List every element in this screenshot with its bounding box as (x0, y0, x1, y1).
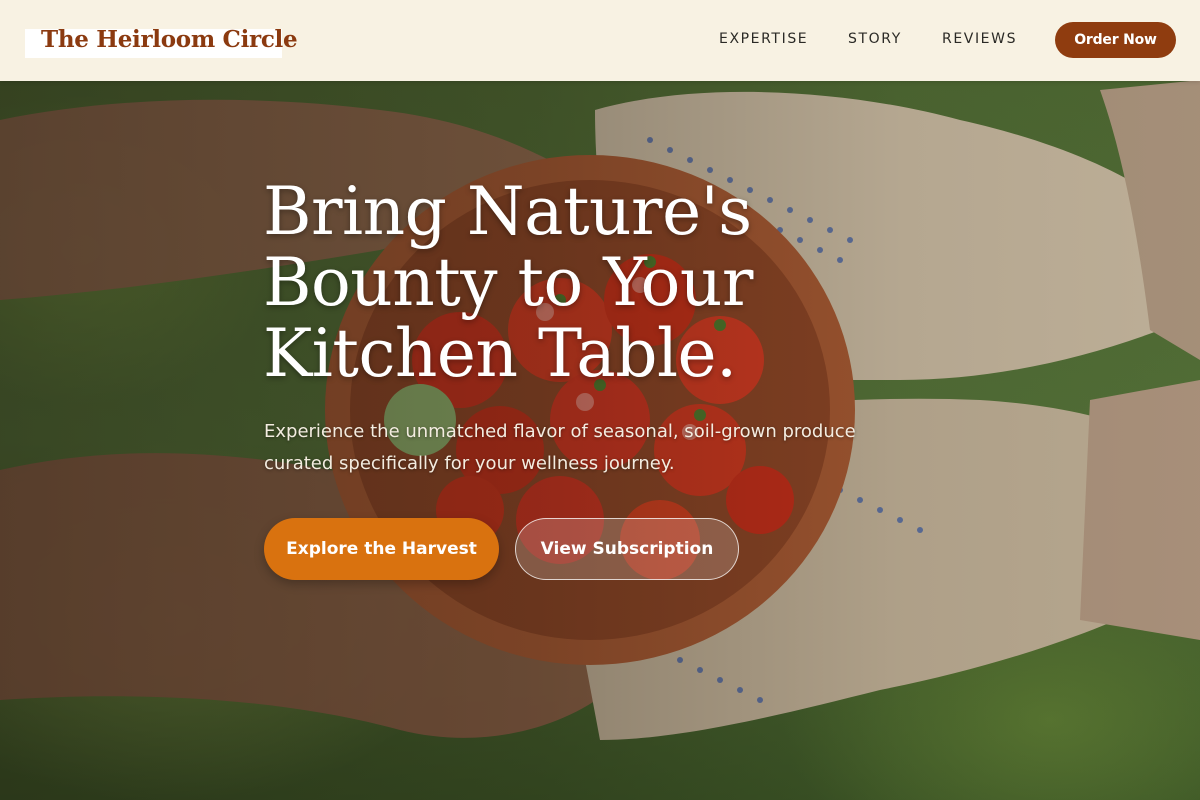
nav-link-reviews[interactable]: REVIEWS (942, 31, 1017, 47)
logo-text: The Heirloom Circle (41, 26, 298, 53)
hero-subtext: Experience the unmatched flavor of seaso… (264, 421, 856, 474)
site-header: The Heirloom Circle EXPERTISE STORY REVI… (0, 0, 1200, 81)
nav-link-expertise[interactable]: EXPERTISE (719, 31, 808, 47)
logo[interactable]: The Heirloom Circle (25, 26, 298, 58)
view-subscription-button[interactable]: View Subscription (515, 518, 739, 580)
nav-link-story[interactable]: STORY (848, 31, 902, 47)
explore-harvest-button[interactable]: Explore the Harvest (264, 518, 499, 580)
hero-headline: Bring Nature's Bounty to Your Kitchen Ta… (263, 173, 753, 392)
hero-image (0, 0, 1200, 800)
order-now-button[interactable]: Order Now (1055, 22, 1176, 58)
hero-overlay (0, 0, 1200, 800)
